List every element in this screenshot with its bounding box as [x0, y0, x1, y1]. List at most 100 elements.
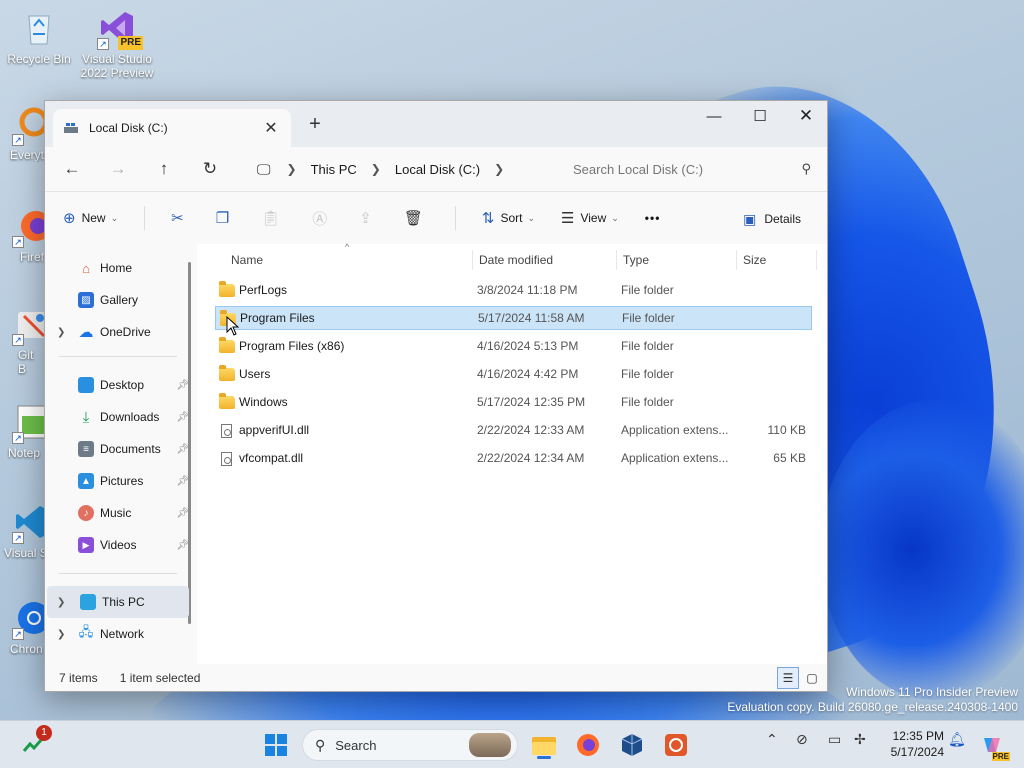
share-button[interactable]: ⇪: [359, 202, 378, 234]
pin-icon[interactable]: 📌︎: [176, 412, 189, 423]
chevron-right-icon[interactable]: ❯: [57, 327, 65, 338]
preview-badge: PRE: [118, 36, 143, 50]
nav-item-pictures[interactable]: ▲ Pictures 📌︎: [45, 465, 189, 497]
column-date-modified[interactable]: Date modified: [479, 250, 617, 270]
nav-item-music[interactable]: ♪ Music 📌︎: [45, 497, 189, 529]
forward-button[interactable]: →: [103, 154, 133, 184]
file-type: File folder: [621, 283, 674, 297]
address-bar-row: ← → ↑ ↻ 🖵 ❯ This PC ❯ Local Disk (C:) ❯ …: [45, 147, 827, 191]
refresh-button[interactable]: ↻: [195, 154, 225, 184]
shortcut-arrow-icon: ↗: [12, 236, 24, 248]
desktop-icon-everything[interactable]: ↗ Everyt: [0, 104, 44, 162]
monitor-icon[interactable]: 🖵: [257, 161, 271, 178]
clock[interactable]: 12:35 PM 5/17/2024: [891, 728, 944, 760]
pin-icon[interactable]: 📌︎: [176, 380, 189, 391]
taskbar-search[interactable]: ⚲ Search: [302, 729, 518, 761]
taskbar-file-explorer[interactable]: [528, 729, 560, 761]
desktop-icon-git-bash[interactable]: ↗ Git B: [0, 304, 44, 376]
new-tab-button[interactable]: +: [305, 113, 325, 136]
chevron-right-icon[interactable]: ❯: [57, 629, 65, 640]
active-indicator: [537, 756, 551, 759]
back-button[interactable]: ←: [57, 154, 87, 184]
new-button[interactable]: ⊕ New ⌄: [63, 202, 118, 234]
breadcrumb-local-disk[interactable]: Local Disk (C:): [395, 162, 480, 177]
trash-icon: 🗑︎: [403, 210, 423, 227]
file-row[interactable]: Windows 5/17/2024 12:35 PM File folder: [215, 390, 812, 414]
more-options-button[interactable]: •••: [645, 202, 661, 234]
everything-icon: ↗: [12, 104, 44, 146]
nav-item-documents[interactable]: ≡ Documents 📌︎: [45, 433, 189, 465]
nav-item-desktop[interactable]: Desktop 📌︎: [45, 369, 189, 401]
nav-item-this-pc[interactable]: ❯ This PC: [47, 586, 189, 618]
network-disconnected-icon[interactable]: ⊘: [796, 731, 808, 748]
chevron-right-icon[interactable]: ❯: [494, 162, 504, 176]
nav-divider: [59, 356, 177, 357]
pin-icon[interactable]: 📌︎: [176, 444, 189, 455]
tab-local-disk[interactable]: Local Disk (C:) ✕: [53, 109, 291, 147]
file-name: Users: [239, 367, 271, 381]
nav-item-network[interactable]: ❯ 🖧 Network: [45, 618, 189, 650]
nav-item-videos[interactable]: ▶ Videos 📌︎: [45, 529, 189, 561]
widgets-button[interactable]: 1: [18, 725, 52, 761]
column-type[interactable]: Type: [623, 250, 737, 270]
column-size[interactable]: Size: [743, 250, 817, 270]
nav-item-home[interactable]: ⌂ Home: [45, 252, 189, 284]
maximize-button[interactable]: ☐: [737, 101, 783, 131]
desktop-icon-vscode[interactable]: ↗ Visual S Cod: [0, 502, 44, 560]
breadcrumb-this-pc[interactable]: This PC: [311, 162, 357, 177]
desktop-icon-firefox[interactable]: ↗ Firef: [0, 206, 44, 264]
desktop-icon-recycle-bin[interactable]: Recycle Bin: [0, 8, 78, 66]
list-view-icon: ☰: [561, 210, 575, 227]
close-window-button[interactable]: ✕: [783, 101, 827, 131]
chevron-right-icon[interactable]: ❯: [371, 162, 381, 176]
file-row[interactable]: Program Files 5/17/2024 11:58 AM File fold…: [215, 306, 812, 330]
pin-icon[interactable]: 📌︎: [176, 476, 189, 487]
file-row[interactable]: vfcompat.dll 2/22/2024 12:34 AM Applicatio…: [215, 446, 812, 470]
file-row[interactable]: PerfLogs 3/8/2024 11:18 PM File folder: [215, 278, 812, 302]
copilot-button[interactable]: PRE: [978, 729, 1010, 761]
chevron-down-icon: ⌄: [611, 212, 619, 223]
nav-item-downloads[interactable]: ⤓ Downloads 📌︎: [45, 401, 189, 433]
up-button[interactable]: ↑: [149, 154, 179, 184]
taskbar-app[interactable]: [660, 729, 692, 761]
folder-icon: [532, 737, 556, 755]
close-tab-icon[interactable]: ✕: [261, 118, 281, 138]
sort-button[interactable]: ⇅ Sort ⌄: [482, 202, 535, 234]
accessibility-icon[interactable]: ✢: [854, 731, 866, 748]
breadcrumb: 🖵 ❯ This PC ❯ Local Disk (C:) ❯: [247, 153, 541, 185]
vscode-icon: ↗: [12, 502, 44, 544]
chevron-right-icon[interactable]: ❯: [57, 597, 65, 608]
pin-icon[interactable]: 📌︎: [176, 508, 189, 519]
minimize-button[interactable]: —: [691, 101, 737, 131]
search-input[interactable]: [573, 161, 802, 177]
start-button[interactable]: [260, 729, 292, 761]
paste-button[interactable]: 📋︎: [261, 202, 286, 234]
rename-button[interactable]: Ⓐ: [312, 202, 333, 234]
desktop-icon-chrome[interactable]: ↗ Chron: [0, 598, 44, 656]
document-icon: ≡: [78, 441, 94, 457]
nav-item-gallery[interactable]: ▨ Gallery: [45, 284, 189, 316]
file-row[interactable]: Program Files (x86) 4/16/2024 5:13 PM File…: [215, 334, 812, 358]
cut-button[interactable]: ✂: [171, 202, 190, 234]
file-row[interactable]: Users 4/16/2024 4:42 PM File folder: [215, 362, 812, 386]
copy-button[interactable]: ❐: [216, 202, 235, 234]
column-name[interactable]: Name: [231, 250, 473, 270]
file-row[interactable]: appverifUI.dll 2/22/2024 12:33 AM Applicat…: [215, 418, 812, 442]
file-name: vfcompat.dll: [239, 451, 304, 465]
taskbar-firefox[interactable]: [572, 729, 604, 761]
chevron-up-icon[interactable]: ⌃: [766, 731, 778, 748]
nav-item-onedrive[interactable]: ❯ ☁ OneDrive: [45, 316, 189, 348]
pin-icon[interactable]: 📌︎: [176, 540, 189, 551]
view-button[interactable]: ☰ View ⌄: [561, 202, 619, 234]
taskbar-virtualbox[interactable]: [616, 729, 648, 761]
details-button[interactable]: ▣ Details: [743, 203, 801, 235]
desktop-icon-notepad[interactable]: ↗ Notep: [0, 402, 44, 460]
mouse-cursor-icon: [226, 316, 240, 336]
display-icon[interactable]: ▭: [828, 731, 841, 748]
chevron-right-icon[interactable]: ❯: [287, 162, 297, 176]
desktop-icon-visual-studio[interactable]: ↗ PRE Visual Studio 2022 Preview: [78, 8, 156, 80]
search-box[interactable]: ⚲: [557, 153, 825, 185]
delete-button[interactable]: 🗑︎: [404, 202, 429, 234]
bell-icon[interactable]: 🔔︎: [948, 731, 966, 748]
file-date-modified: 3/8/2024 11:18 PM: [477, 283, 578, 297]
